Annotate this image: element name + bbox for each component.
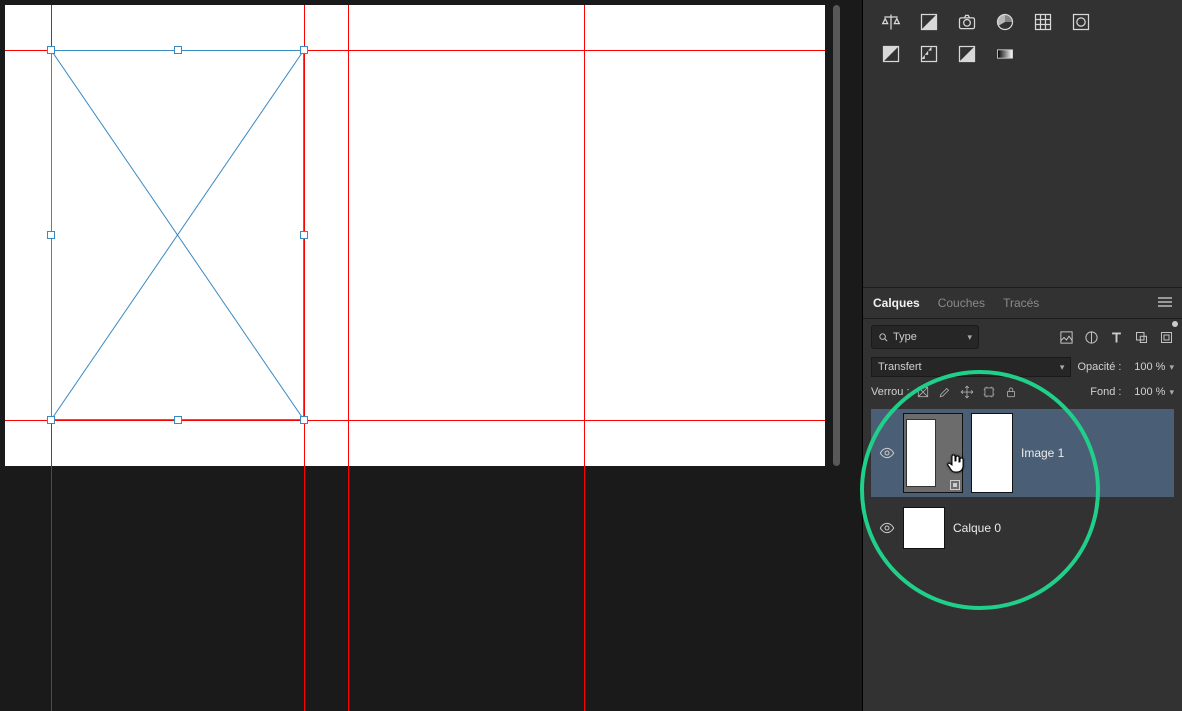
filter-shape-icon[interactable] bbox=[1134, 330, 1149, 345]
visibility-eye-icon[interactable] bbox=[879, 520, 895, 536]
lock-transparency-icon[interactable] bbox=[916, 385, 930, 399]
lock-artboard-icon[interactable] bbox=[982, 385, 996, 399]
opacity-dropdown-icon[interactable]: ▾ bbox=[1169, 362, 1174, 373]
layer-mask-thumbnail[interactable] bbox=[971, 413, 1013, 493]
balance-icon[interactable] bbox=[881, 12, 901, 32]
invert-icon[interactable] bbox=[881, 44, 901, 64]
adjustments-row-1 bbox=[863, 0, 1182, 40]
layers-list: Image 1 Calque 0 bbox=[863, 403, 1182, 711]
filter-type-select[interactable]: Type ▾ bbox=[871, 325, 979, 349]
grid-icon[interactable] bbox=[1033, 12, 1053, 32]
filter-pixel-icon[interactable] bbox=[1059, 330, 1074, 345]
vertical-scrollbar[interactable] bbox=[833, 5, 840, 466]
opacity-value[interactable]: 100 % bbox=[1125, 361, 1165, 373]
visibility-eye-icon[interactable] bbox=[879, 445, 895, 461]
filter-adjustment-icon[interactable] bbox=[1084, 330, 1099, 345]
smart-object-badge-icon bbox=[950, 480, 960, 490]
app-root: Calques Couches Tracés Type ▾ bbox=[0, 0, 1182, 711]
adjustments-row-2 bbox=[863, 40, 1182, 72]
tab-layers[interactable]: Calques bbox=[873, 296, 920, 310]
blend-mode-value: Transfert bbox=[878, 361, 922, 373]
lock-row: Verrou : Fond : 100 % ▾ bbox=[863, 381, 1182, 403]
threshold-icon[interactable] bbox=[957, 44, 977, 64]
lock-label: Verrou : bbox=[871, 386, 910, 398]
photo-filter-icon[interactable] bbox=[1071, 12, 1091, 32]
filter-smartobject-icon[interactable] bbox=[1159, 330, 1174, 345]
transform-handle-bottom-right[interactable] bbox=[300, 416, 308, 424]
panel-menu-icon[interactable] bbox=[1158, 296, 1172, 310]
fill-label: Fond : bbox=[1090, 386, 1121, 398]
chevron-down-icon: ▾ bbox=[967, 332, 972, 343]
transform-handle-bottom-mid[interactable] bbox=[174, 416, 182, 424]
transform-handle-bottom-left[interactable] bbox=[47, 416, 55, 424]
layer-row[interactable]: Image 1 bbox=[871, 409, 1174, 497]
lock-all-icon[interactable] bbox=[1004, 385, 1018, 399]
opacity-label: Opacité : bbox=[1077, 361, 1121, 373]
layer-thumbnail[interactable] bbox=[903, 507, 945, 549]
tab-paths[interactable]: Tracés bbox=[1003, 296, 1039, 310]
fill-value[interactable]: 100 % bbox=[1125, 386, 1165, 398]
right-sidebar: Calques Couches Tracés Type ▾ bbox=[862, 0, 1182, 711]
layer-name[interactable]: Calque 0 bbox=[953, 521, 1001, 535]
lock-paint-icon[interactable] bbox=[938, 385, 952, 399]
selection-outline bbox=[51, 50, 304, 420]
layer-filter-row: Type ▾ bbox=[863, 319, 1182, 353]
transform-handle-top-right[interactable] bbox=[300, 46, 308, 54]
chevron-down-icon: ▾ bbox=[1060, 362, 1065, 373]
guide-vertical[interactable] bbox=[584, 5, 585, 711]
filter-toggle[interactable] bbox=[1172, 321, 1178, 327]
fill-dropdown-icon[interactable]: ▾ bbox=[1169, 387, 1174, 398]
posterize-icon[interactable] bbox=[919, 44, 939, 64]
transform-handle-top-left[interactable] bbox=[47, 46, 55, 54]
hue-wheel-icon[interactable] bbox=[995, 12, 1015, 32]
filter-type-label: Type bbox=[893, 331, 917, 343]
tab-channels[interactable]: Couches bbox=[938, 296, 985, 310]
blend-row: Transfert ▾ Opacité : 100 % ▾ bbox=[863, 353, 1182, 381]
exposure-icon[interactable] bbox=[919, 12, 939, 32]
transform-selection[interactable] bbox=[51, 50, 304, 420]
canvas-area[interactable] bbox=[0, 0, 862, 711]
layer-row[interactable]: Calque 0 bbox=[871, 503, 1174, 553]
transform-handle-top-mid[interactable] bbox=[174, 46, 182, 54]
guide-vertical[interactable] bbox=[304, 5, 305, 711]
layer-thumbnail-smartobject[interactable] bbox=[903, 413, 963, 493]
guide-horizontal[interactable] bbox=[5, 420, 825, 421]
transform-handle-mid-right[interactable] bbox=[300, 231, 308, 239]
guide-vertical[interactable] bbox=[348, 5, 349, 711]
layer-name[interactable]: Image 1 bbox=[1021, 446, 1064, 460]
gradient-map-icon[interactable] bbox=[995, 44, 1015, 64]
layers-panel-tabs: Calques Couches Tracés bbox=[863, 287, 1182, 319]
blend-mode-select[interactable]: Transfert ▾ bbox=[871, 357, 1071, 377]
search-icon bbox=[878, 332, 889, 343]
transform-handle-mid-left[interactable] bbox=[47, 231, 55, 239]
camera-icon[interactable] bbox=[957, 12, 977, 32]
filter-type-text-icon[interactable] bbox=[1109, 330, 1124, 345]
lock-position-icon[interactable] bbox=[960, 385, 974, 399]
